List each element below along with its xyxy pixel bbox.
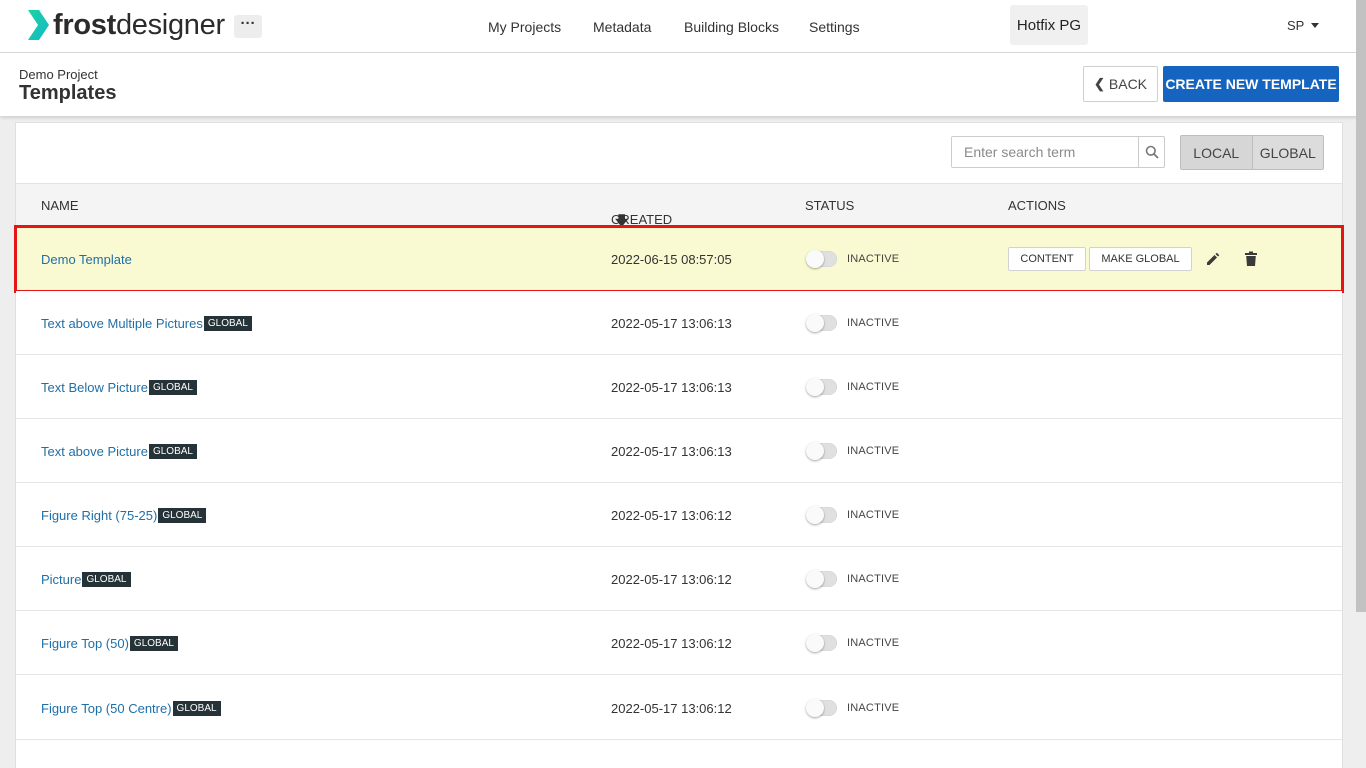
created-at-value: 2022-05-17 13:06:12: [611, 635, 732, 651]
status-label: INACTIVE: [847, 317, 900, 329]
table-row: Text above Multiple Pictures GLOBAL 2022-…: [16, 291, 1342, 355]
nav-my-projects[interactable]: My Projects: [488, 0, 561, 53]
pencil-icon: [1207, 252, 1220, 265]
table-row: Figure Top (50) GLOBAL 2022-05-17 13:06:1…: [16, 611, 1342, 675]
nav-metadata[interactable]: Metadata: [593, 0, 651, 53]
status-toggle[interactable]: [806, 442, 837, 460]
template-name-link[interactable]: Figure Right (75-25): [41, 508, 157, 523]
table-header: NAME CREATED AT🡇 STATUS ACTIONS: [16, 183, 1342, 242]
table-row: Figure Right (75-25) GLOBAL 2022-05-17 13…: [16, 483, 1342, 547]
table-row: Text above Picture GLOBAL 2022-05-17 13:0…: [16, 419, 1342, 483]
status-label: INACTIVE: [847, 381, 900, 393]
status-toggle[interactable]: [806, 634, 837, 652]
created-at-value: 2022-05-17 13:06:13: [611, 315, 732, 331]
create-new-template-button[interactable]: CREATE NEW TEMPLATE: [1163, 66, 1339, 102]
search-box: [951, 136, 1165, 168]
global-badge: GLOBAL: [203, 315, 252, 331]
edit-button[interactable]: [1203, 249, 1223, 269]
status-label: INACTIVE: [847, 509, 900, 521]
user-menu[interactable]: SP: [1287, 18, 1320, 33]
status-label: INACTIVE: [847, 445, 900, 457]
table-row-highlighted: Demo Template 2022-06-15 08:57:05 INACTI…: [14, 225, 1344, 293]
status-label: INACTIVE: [847, 637, 900, 649]
make-global-button[interactable]: MAKE GLOBAL: [1089, 247, 1192, 271]
global-badge: GLOBAL: [82, 571, 131, 587]
template-name-link[interactable]: Picture: [41, 572, 81, 587]
search-button[interactable]: [1138, 137, 1164, 167]
table-row: Figure Top (50 Centre) GLOBAL 2022-05-17 …: [16, 676, 1342, 740]
status-label: INACTIVE: [847, 573, 900, 585]
user-initials: SP: [1287, 18, 1305, 33]
logo-chevron-icon: [28, 10, 49, 40]
status-toggle[interactable]: [806, 699, 837, 717]
status-toggle[interactable]: [806, 250, 837, 268]
status-toggle[interactable]: [806, 506, 837, 524]
status-toggle[interactable]: [806, 378, 837, 396]
logo-wordmark: frostdesigner: [53, 8, 225, 41]
table-toolbar: LOCAL GLOBAL: [16, 123, 1342, 183]
chevron-left-icon: ❮: [1093, 76, 1105, 91]
created-at-value: 2022-05-17 13:06:12: [611, 571, 732, 587]
nav-settings[interactable]: Settings: [809, 0, 860, 53]
global-badge: GLOBAL: [148, 443, 197, 459]
created-at-value: 2022-05-17 13:06:13: [611, 443, 732, 459]
current-project-selector[interactable]: Hotfix PG: [1010, 5, 1088, 45]
app-logo[interactable]: frostdesigner: [26, 8, 225, 42]
page-scrollbar[interactable]: [1356, 0, 1366, 612]
template-name-link[interactable]: Text above Picture: [41, 444, 148, 459]
table-row: Text Below Picture GLOBAL 2022-05-17 13:0…: [16, 355, 1342, 419]
column-header-name[interactable]: NAME: [41, 198, 79, 213]
back-button[interactable]: ❮ BACK: [1083, 66, 1158, 102]
scope-global-button[interactable]: GLOBAL: [1251, 136, 1323, 169]
template-name-link[interactable]: Text Below Picture: [41, 380, 148, 395]
created-at-value: 2022-05-17 13:06:12: [611, 507, 732, 523]
page-header: Demo Project Templates ❮ BACK CREATE NEW…: [0, 53, 1366, 116]
templates-card: LOCAL GLOBAL NAME CREATED AT🡇 STATUS ACT…: [14, 122, 1344, 768]
template-name-link[interactable]: Demo Template: [41, 252, 132, 267]
status-label: INACTIVE: [847, 253, 900, 265]
page-title: Templates: [19, 82, 117, 104]
breadcrumb[interactable]: Demo Project: [19, 67, 98, 82]
template-name-link[interactable]: Figure Top (50): [41, 636, 129, 651]
global-badge: GLOBAL: [172, 700, 221, 716]
global-badge: GLOBAL: [148, 379, 197, 395]
created-at-value: 2022-05-17 13:06:13: [611, 379, 732, 395]
top-bar: frostdesigner ··· My Projects Metadata B…: [0, 0, 1366, 53]
search-icon: [1145, 145, 1159, 159]
delete-button[interactable]: [1241, 249, 1261, 269]
scope-toggle: LOCAL GLOBAL: [1180, 135, 1324, 170]
created-at-value: 2022-05-17 13:06:12: [611, 700, 732, 716]
status-toggle[interactable]: [806, 314, 837, 332]
created-at-value: 2022-06-15 08:57:05: [611, 251, 732, 267]
scope-local-button[interactable]: LOCAL: [1181, 136, 1252, 169]
status-toggle[interactable]: [806, 570, 837, 588]
content-button[interactable]: CONTENT: [1008, 247, 1086, 271]
column-header-status[interactable]: STATUS: [805, 198, 854, 213]
column-header-actions: ACTIONS: [1008, 198, 1066, 213]
template-name-link[interactable]: Text above Multiple Pictures: [41, 316, 203, 331]
trash-icon: [1245, 251, 1257, 266]
global-badge: GLOBAL: [129, 635, 178, 651]
global-badge: GLOBAL: [158, 507, 207, 523]
search-input[interactable]: [952, 137, 1139, 167]
template-name-link[interactable]: Figure Top (50 Centre): [41, 701, 172, 716]
more-menu-button[interactable]: ···: [234, 15, 262, 38]
status-label: INACTIVE: [847, 702, 900, 714]
caret-down-icon: [1311, 23, 1320, 28]
table-row: Picture GLOBAL 2022-05-17 13:06:12 INACTI…: [16, 547, 1342, 611]
nav-building-blocks[interactable]: Building Blocks: [684, 0, 779, 53]
